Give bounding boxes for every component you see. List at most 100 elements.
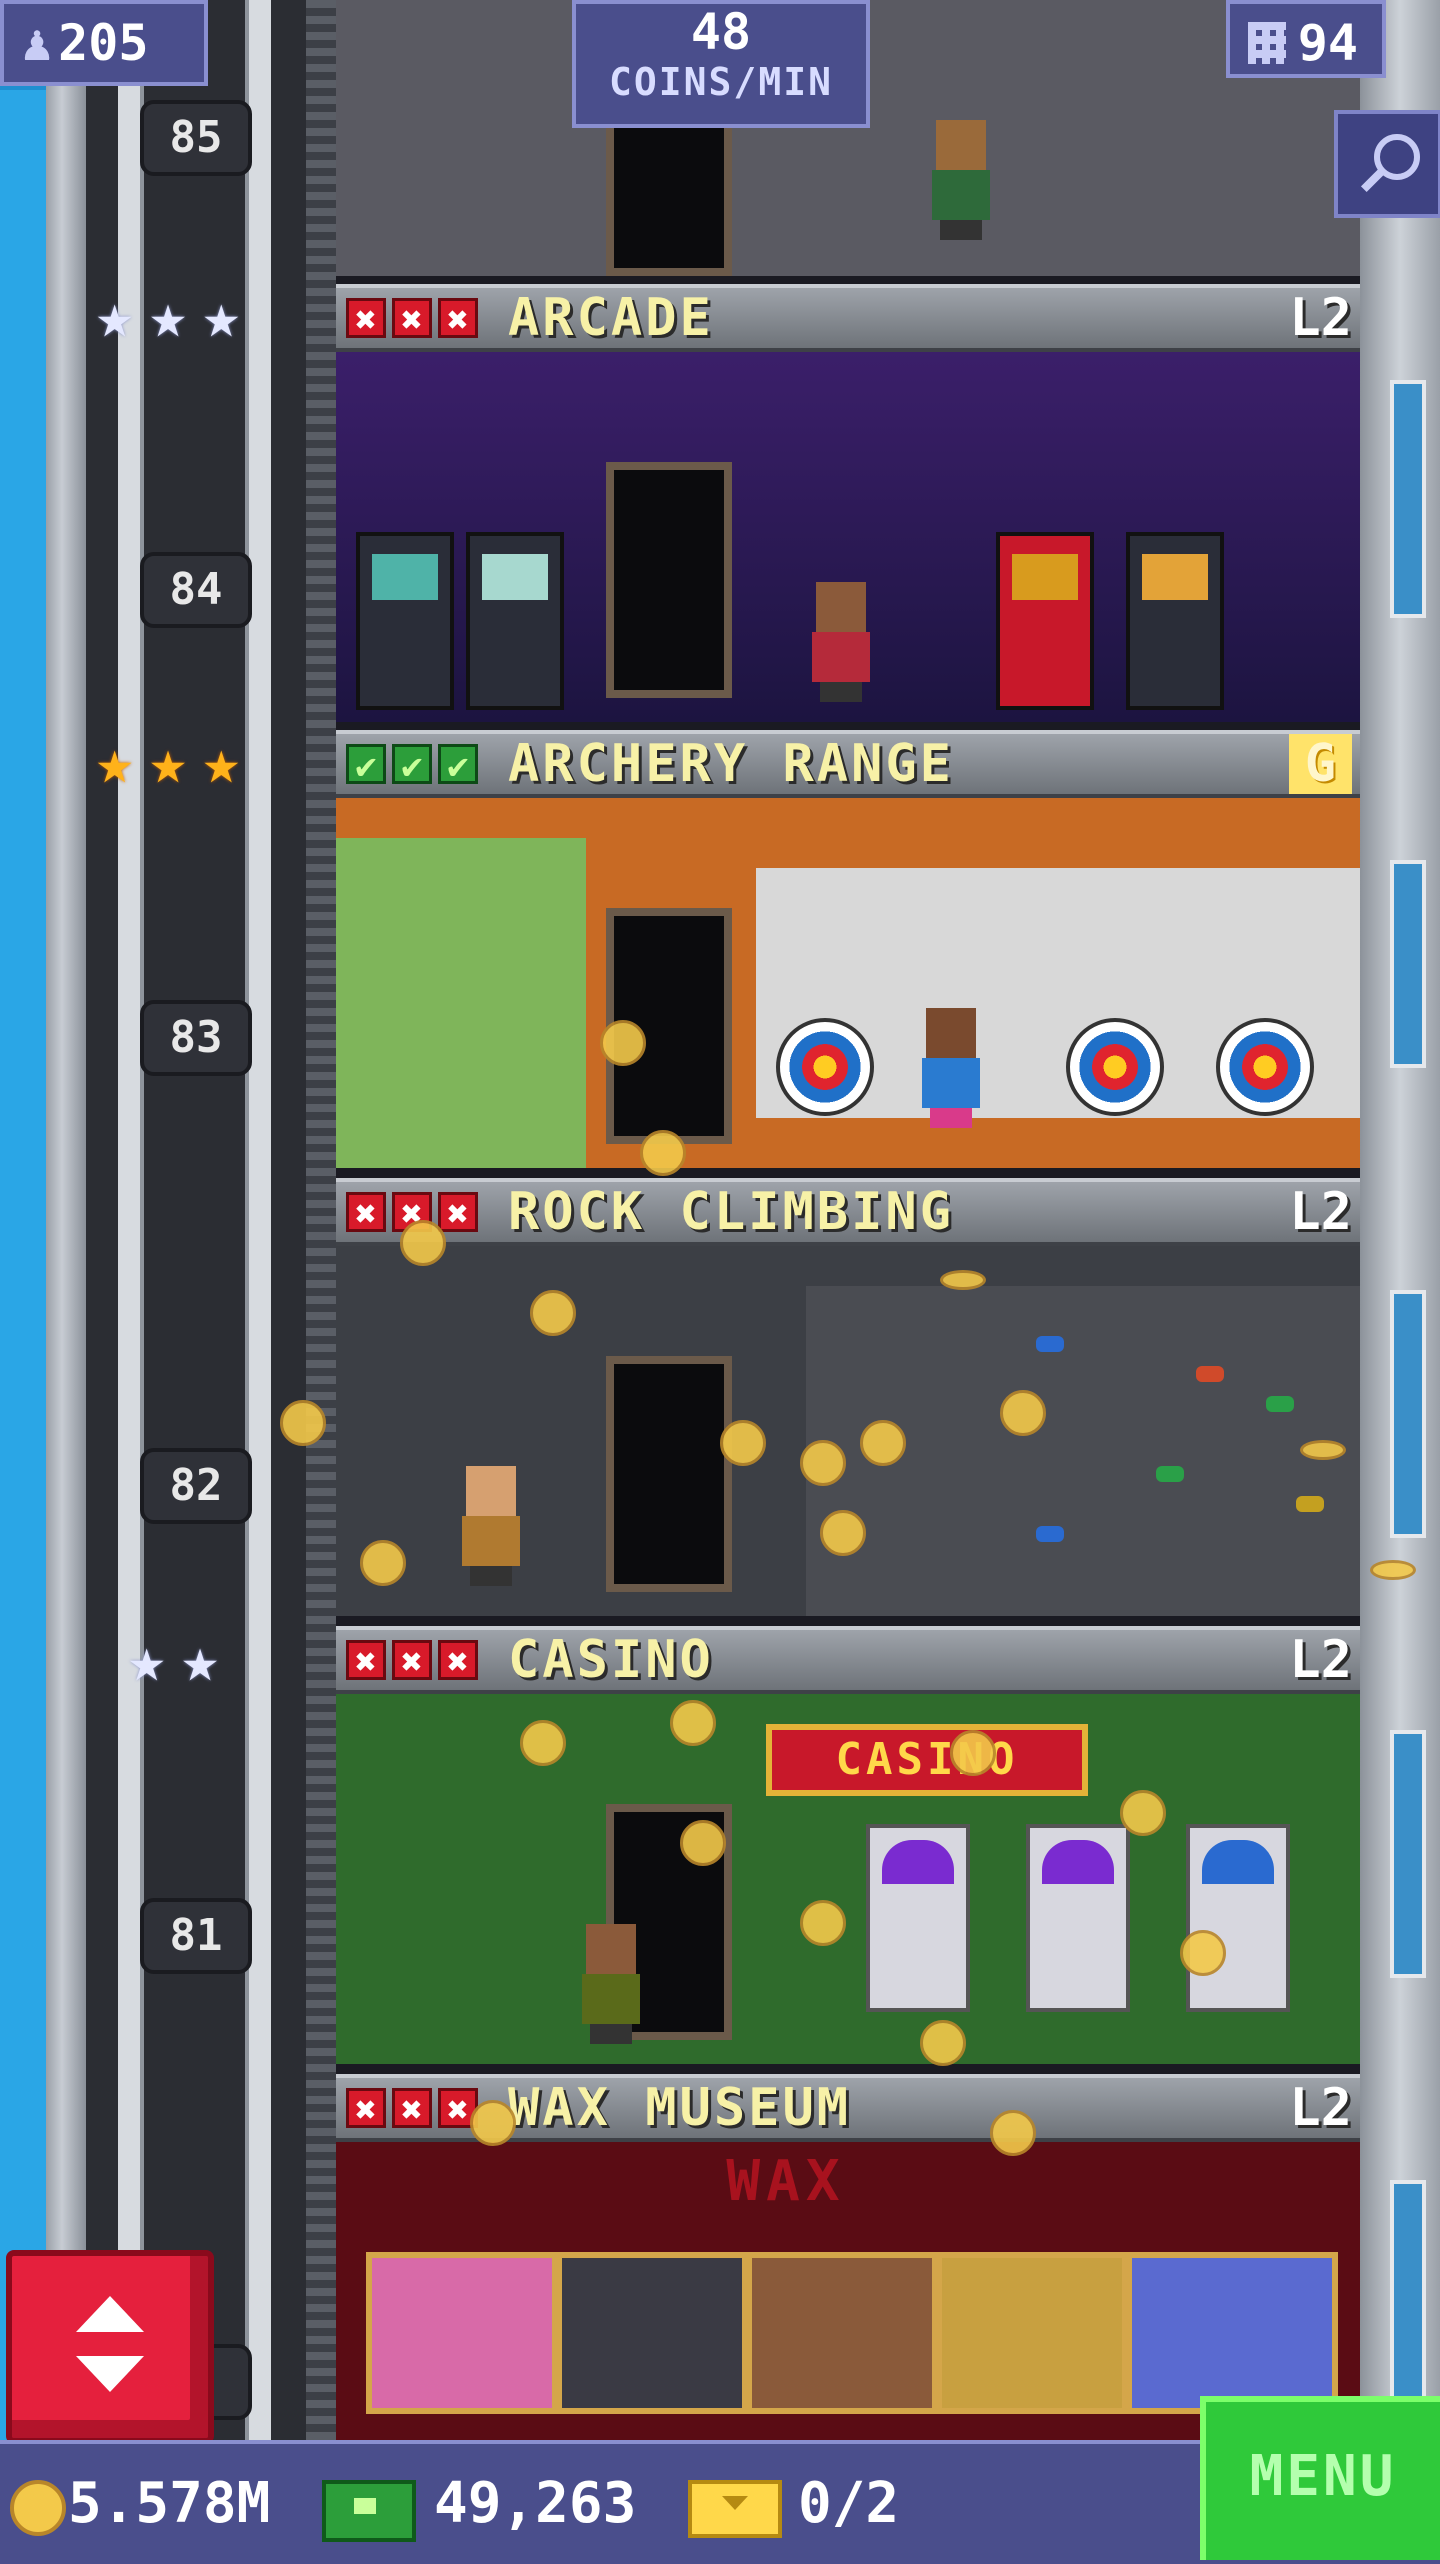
coin-particle	[940, 1270, 986, 1290]
floor-name: ARCADE	[508, 288, 714, 348]
population-counter[interactable]: ♟ 205	[0, 0, 208, 86]
empty-stock-icon: ✖	[392, 2088, 432, 2131]
bux-icon	[322, 2480, 416, 2542]
room-door	[606, 462, 732, 698]
room-archery-range[interactable]	[336, 798, 1360, 1168]
coin-particle	[520, 1720, 566, 1766]
floor-stars: ★ ★ ★	[96, 279, 240, 352]
empty-stock-icon: ✖	[346, 298, 386, 341]
ticket-icon	[688, 2480, 782, 2538]
stock-status: ✖ ✖ ✖	[346, 2088, 478, 2131]
coin-particle	[1300, 1440, 1346, 1460]
menu-button[interactable]: MENU	[1200, 2396, 1440, 2560]
floor-header-casino[interactable]: ✖ ✖ ✖ CASINO L2	[336, 1626, 1360, 1694]
floor-header-arcade[interactable]: ✖ ✖ ✖ ARCADE L2	[336, 284, 1360, 352]
coin-particle	[400, 1220, 446, 1266]
tower-outer-wall	[46, 0, 86, 2440]
coin-particle	[990, 2110, 1036, 2156]
check-icon: ✔	[346, 744, 386, 787]
floor-header-archery-range[interactable]: ✔ ✔ ✔ ARCHERY RANGE G	[336, 730, 1360, 798]
floor-count-value: 94	[1297, 14, 1358, 72]
wax-exhibit	[936, 2252, 1128, 2414]
elevator-button[interactable]	[6, 2250, 214, 2444]
room-rock-climbing[interactable]	[336, 1246, 1360, 1616]
coin-particle	[800, 1440, 846, 1486]
floor-header-rock-climbing[interactable]: ✖ ✖ ✖ ROCK CLIMBING L2	[336, 1178, 1360, 1246]
floor-level: L2	[1289, 2078, 1352, 2138]
floor-number: 83	[140, 1000, 252, 1076]
coin-particle	[280, 1400, 326, 1446]
coin-particle	[640, 1130, 686, 1176]
floor-number: 85	[140, 100, 252, 176]
coin-rate-label: COINS/MIN	[609, 60, 833, 104]
coin-particle	[360, 1540, 406, 1586]
empty-stock-icon: ✖	[346, 1192, 386, 1235]
coin-particle	[860, 1420, 906, 1466]
population-icon: ♟	[22, 14, 53, 72]
coin-icon	[10, 2480, 66, 2536]
arcade-cabinet	[1126, 532, 1224, 710]
room-arcade[interactable]	[336, 352, 1360, 722]
star-icon: ★	[181, 1623, 219, 1696]
resident-sprite[interactable]	[576, 1924, 646, 2044]
resident-sprite[interactable]	[806, 582, 876, 702]
wax-exhibit	[556, 2252, 748, 2414]
stock-status: ✖ ✖ ✖	[346, 1640, 478, 1683]
resident-sprite[interactable]	[926, 120, 996, 240]
wax-exhibit	[746, 2252, 938, 2414]
floor-number: 81	[140, 1898, 252, 1974]
population-value: 205	[58, 14, 149, 72]
coin-particle	[1120, 1790, 1166, 1836]
coin-particle	[920, 2020, 966, 2066]
floor-counter[interactable]: 94	[1226, 0, 1386, 78]
bux-balance[interactable]: 49,263	[434, 2472, 636, 2536]
archery-target	[776, 1018, 874, 1116]
floor-name: ROCK CLIMBING	[508, 1182, 954, 1242]
coin-particle	[800, 1900, 846, 1946]
floor-name: WAX MUSEUM	[508, 2078, 852, 2138]
arcade-cabinet	[356, 532, 454, 710]
empty-stock-icon: ✖	[438, 1192, 478, 1235]
climbing-hold	[1266, 1396, 1294, 1412]
resident-sprite[interactable]	[456, 1466, 526, 1586]
elevator-arrows-icon	[76, 2296, 144, 2332]
window	[1390, 860, 1426, 1068]
coin-particle	[950, 1730, 996, 1776]
search-button[interactable]	[1334, 110, 1440, 218]
coin-balance[interactable]: 5.578M	[68, 2472, 270, 2536]
resident-sprite[interactable]	[916, 1008, 986, 1128]
floor-stars: ★ ★	[128, 1623, 219, 1696]
slot-machine	[866, 1824, 970, 2012]
floor-name: ARCHERY RANGE	[508, 734, 954, 794]
empty-stock-icon: ✖	[346, 1640, 386, 1683]
wax-sign: WAX	[726, 2149, 846, 2214]
arcade-cabinet	[466, 532, 564, 710]
empty-stock-icon: ✖	[392, 298, 432, 341]
coin-particle	[670, 1700, 716, 1746]
empty-stock-icon: ✖	[438, 1640, 478, 1683]
window	[1390, 1730, 1426, 1978]
wax-exhibit	[366, 2252, 558, 2414]
star-icon: ★	[128, 1623, 166, 1696]
archery-target	[1066, 1018, 1164, 1116]
check-icon: ✔	[438, 744, 478, 787]
tower-right-wall	[1360, 0, 1440, 2440]
stock-status: ✖ ✖ ✖	[346, 298, 478, 341]
floor-number: 84	[140, 552, 252, 628]
wax-exhibit	[1126, 2252, 1338, 2414]
ticket-count[interactable]: 0/2	[798, 2472, 899, 2536]
search-icon-handle	[1360, 167, 1386, 193]
room-casino[interactable]: CASINO	[336, 1694, 1360, 2064]
star-icon: ★	[96, 279, 134, 352]
floors-icon	[1248, 22, 1286, 64]
empty-stock-icon: ✖	[438, 298, 478, 341]
climbing-hold	[1296, 1496, 1324, 1512]
star-icon: ★	[149, 279, 187, 352]
check-icon: ✔	[392, 744, 432, 787]
coin-particle	[680, 1820, 726, 1866]
empty-stock-icon: ✖	[346, 2088, 386, 2131]
archery-target	[1216, 1018, 1314, 1116]
floor-level: L2	[1289, 1630, 1352, 1690]
coin-particle	[820, 1510, 866, 1556]
coin-rate-display: 48 COINS/MIN	[572, 0, 870, 128]
